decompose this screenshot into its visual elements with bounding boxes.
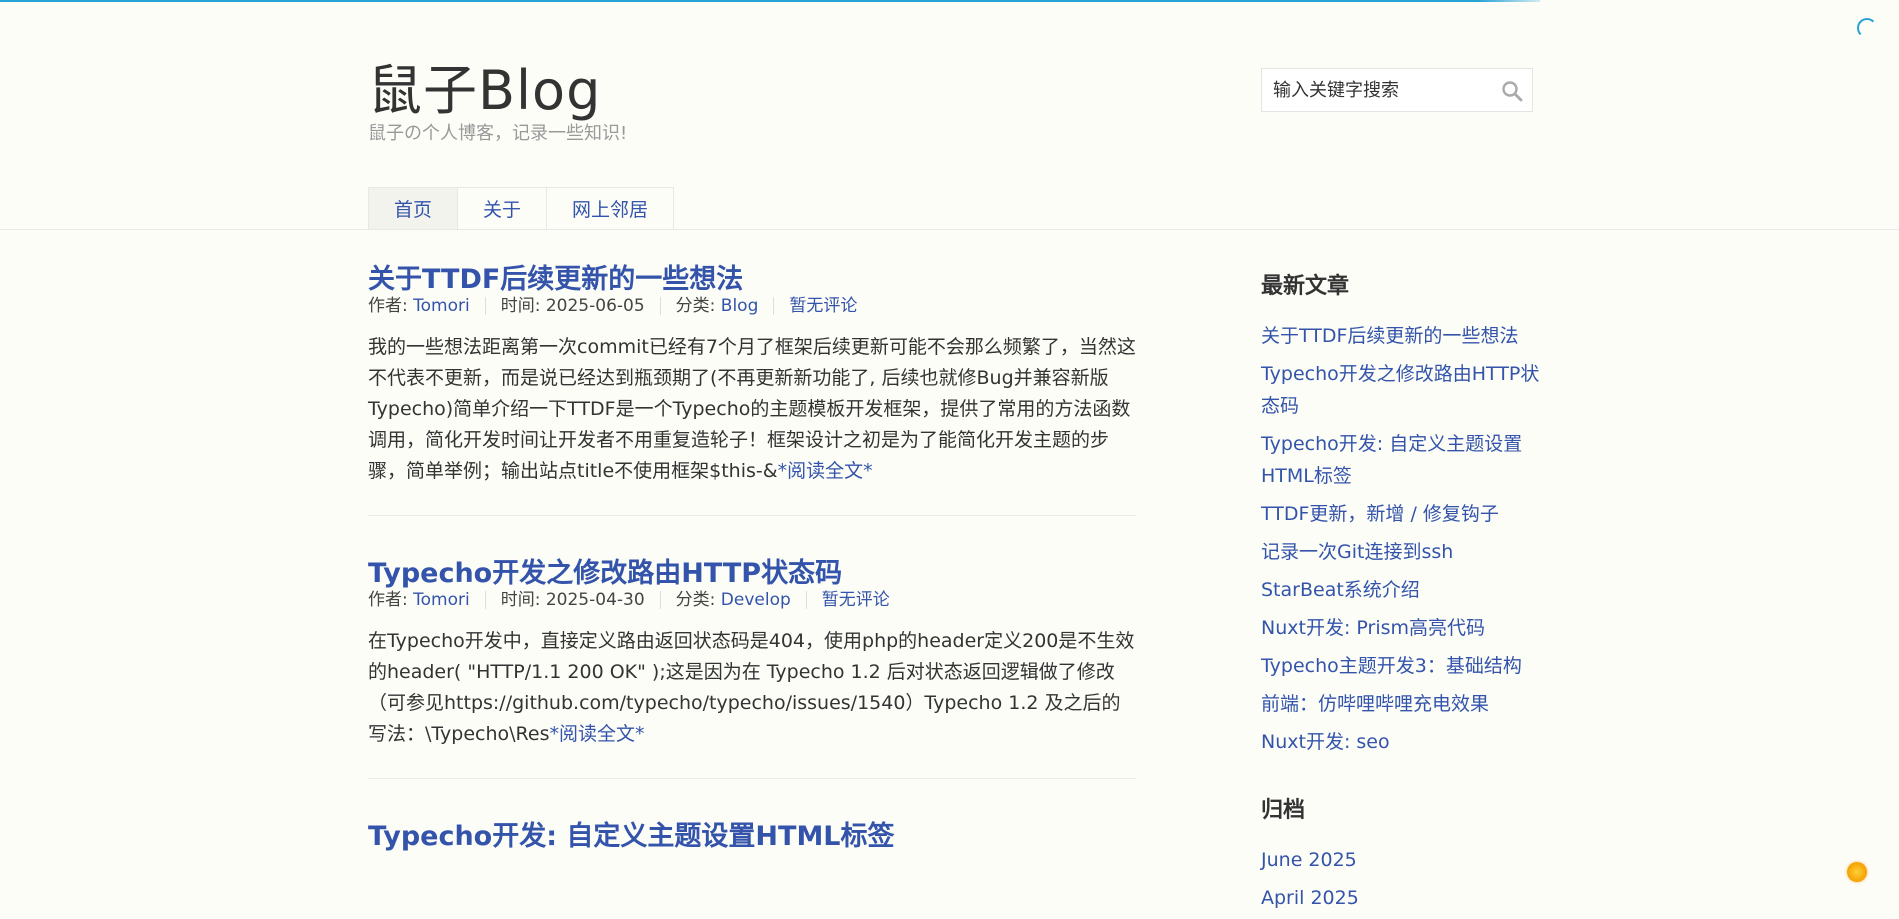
recent-post-link[interactable]: 前端：仿哔哩哔哩充电效果 bbox=[1261, 693, 1489, 715]
read-more-link[interactable]: *阅读全文* bbox=[550, 723, 645, 745]
post-author: 作者: Tomori bbox=[368, 297, 485, 315]
main-nav: 首页 关于 网上邻居 bbox=[368, 187, 675, 230]
author-link[interactable]: Tomori bbox=[413, 296, 470, 316]
sidebar: 最新文章 关于TTDF后续更新的一些想法 Typecho开发之修改路由HTTP状… bbox=[1261, 268, 1541, 919]
list-item: April 2025 bbox=[1261, 882, 1541, 914]
site-header: 鼠子Blog 鼠子の个人博客，记录一些知识! 首页 关于 网上邻居 bbox=[0, 0, 1899, 230]
post-comments: 暂无评论 bbox=[805, 590, 905, 610]
author-label: 作者: bbox=[368, 590, 414, 611]
post-title-link[interactable]: Typecho开发之修改路由HTTP状态码 bbox=[368, 558, 842, 589]
post-author: 作者: Tomori bbox=[368, 591, 485, 609]
list-item: 关于TTDF后续更新的一些想法 bbox=[1261, 320, 1541, 352]
post-excerpt: 在Typecho开发中，直接定义路由返回状态码是404，使用php的header… bbox=[368, 626, 1136, 750]
excerpt-text: 我的一些想法距离第一次commit已经有7个月了框架后续更新可能不会那么频繁了，… bbox=[368, 336, 1136, 483]
archive-title: 归档 bbox=[1261, 798, 1306, 823]
post-item: Typecho开发之修改路由HTTP状态码 作者: Tomori 时间: 202… bbox=[368, 556, 1136, 780]
date-value: 2025-04-30 bbox=[545, 590, 645, 611]
floating-sun-icon[interactable] bbox=[1847, 862, 1867, 882]
post-category: 分类: Blog bbox=[659, 296, 774, 317]
time-label: 时间: bbox=[500, 590, 546, 611]
recent-posts-title: 最新文章 bbox=[1261, 274, 1350, 299]
author-label: 作者: bbox=[368, 296, 414, 317]
recent-post-link[interactable]: StarBeat系统介绍 bbox=[1261, 579, 1420, 601]
search-icon[interactable] bbox=[1500, 79, 1524, 103]
category-label: 分类: bbox=[675, 590, 721, 611]
post-date: 时间: 2025-04-30 bbox=[484, 590, 660, 611]
comments-link[interactable]: 暂无评论 bbox=[822, 590, 890, 610]
list-item: 记录一次Git连接到ssh bbox=[1261, 536, 1541, 568]
time-label: 时间: bbox=[500, 296, 546, 317]
list-item: Nuxt开发: Prism高亮代码 bbox=[1261, 612, 1541, 644]
post-comments: 暂无评论 bbox=[773, 296, 872, 316]
post-title: Typecho开发: 自定义主题设置HTML标签 bbox=[368, 819, 1136, 854]
recent-post-link[interactable]: Typecho主题开发3：基础结构 bbox=[1261, 655, 1522, 677]
post-item: Typecho开发: 自定义主题设置HTML标签 bbox=[368, 819, 1136, 882]
site-description: 鼠子の个人博客，记录一些知识! bbox=[368, 123, 628, 144]
list-item: 前端：仿哔哩哔哩充电效果 bbox=[1261, 688, 1541, 720]
category-link[interactable]: Blog bbox=[721, 296, 759, 316]
recent-post-link[interactable]: Typecho开发: 自定义主题设置HTML标签 bbox=[1261, 433, 1522, 487]
list-item: Nuxt开发: seo bbox=[1261, 726, 1541, 758]
comments-link[interactable]: 暂无评论 bbox=[789, 296, 857, 316]
site-title[interactable]: 鼠子Blog bbox=[368, 46, 601, 125]
read-more-link[interactable]: *阅读全文* bbox=[778, 460, 873, 482]
post-title-link[interactable]: 关于TTDF后续更新的一些想法 bbox=[368, 264, 743, 295]
recent-post-link[interactable]: Nuxt开发: seo bbox=[1261, 731, 1390, 753]
search-box bbox=[1261, 68, 1533, 112]
post-title: Typecho开发之修改路由HTTP状态码 bbox=[368, 556, 1136, 591]
post-meta: 作者: Tomori 时间: 2025-06-05 分类: Blog 暂无评论 bbox=[368, 296, 1136, 317]
post-title-link[interactable]: Typecho开发: 自定义主题设置HTML标签 bbox=[368, 821, 895, 852]
post-excerpt: 我的一些想法距离第一次commit已经有7个月了框架后续更新可能不会那么频繁了，… bbox=[368, 332, 1136, 487]
post-category: 分类: Develop bbox=[659, 590, 806, 611]
excerpt-text: 在Typecho开发中，直接定义路由返回状态码是404，使用php的header… bbox=[368, 630, 1135, 746]
list-item: Typecho开发: 自定义主题设置HTML标签 bbox=[1261, 428, 1541, 492]
archive-link[interactable]: June 2025 bbox=[1261, 849, 1357, 871]
list-item: TTDF更新，新增 / 修复钩子 bbox=[1261, 498, 1541, 530]
post-meta: 作者: Tomori 时间: 2025-04-30 分类: Develop 暂无… bbox=[368, 590, 1136, 611]
search-input[interactable] bbox=[1262, 69, 1492, 111]
nav-item-home[interactable]: 首页 bbox=[368, 187, 459, 230]
recent-post-link[interactable]: 关于TTDF后续更新的一些想法 bbox=[1261, 325, 1518, 347]
post-title: 关于TTDF后续更新的一些想法 bbox=[368, 262, 1136, 297]
post-date: 时间: 2025-06-05 bbox=[484, 296, 660, 317]
recent-post-link[interactable]: TTDF更新，新增 / 修复钩子 bbox=[1261, 503, 1499, 525]
post-item: 关于TTDF后续更新的一些想法 作者: Tomori 时间: 2025-06-0… bbox=[368, 262, 1136, 517]
nav-item-links[interactable]: 网上邻居 bbox=[547, 187, 675, 230]
list-item: Typecho主题开发3：基础结构 bbox=[1261, 650, 1541, 682]
recent-post-link[interactable]: Nuxt开发: Prism高亮代码 bbox=[1261, 617, 1485, 639]
nav-item-about[interactable]: 关于 bbox=[458, 187, 548, 230]
recent-post-link[interactable]: Typecho开发之修改路由HTTP状态码 bbox=[1261, 363, 1539, 417]
post-list: 关于TTDF后续更新的一些想法 作者: Tomori 时间: 2025-06-0… bbox=[368, 262, 1136, 919]
archive-list: June 2025 April 2025 bbox=[1261, 844, 1541, 914]
list-item: StarBeat系统介绍 bbox=[1261, 574, 1541, 606]
list-item: Typecho开发之修改路由HTTP状态码 bbox=[1261, 358, 1541, 422]
recent-posts-list: 关于TTDF后续更新的一些想法 Typecho开发之修改路由HTTP状态码 Ty… bbox=[1261, 320, 1541, 758]
date-value: 2025-06-05 bbox=[545, 296, 645, 317]
category-label: 分类: bbox=[675, 296, 721, 317]
archive-link[interactable]: April 2025 bbox=[1261, 887, 1359, 909]
category-link[interactable]: Develop bbox=[721, 590, 791, 610]
author-link[interactable]: Tomori bbox=[413, 590, 470, 610]
list-item: June 2025 bbox=[1261, 844, 1541, 876]
recent-post-link[interactable]: 记录一次Git连接到ssh bbox=[1261, 541, 1453, 563]
